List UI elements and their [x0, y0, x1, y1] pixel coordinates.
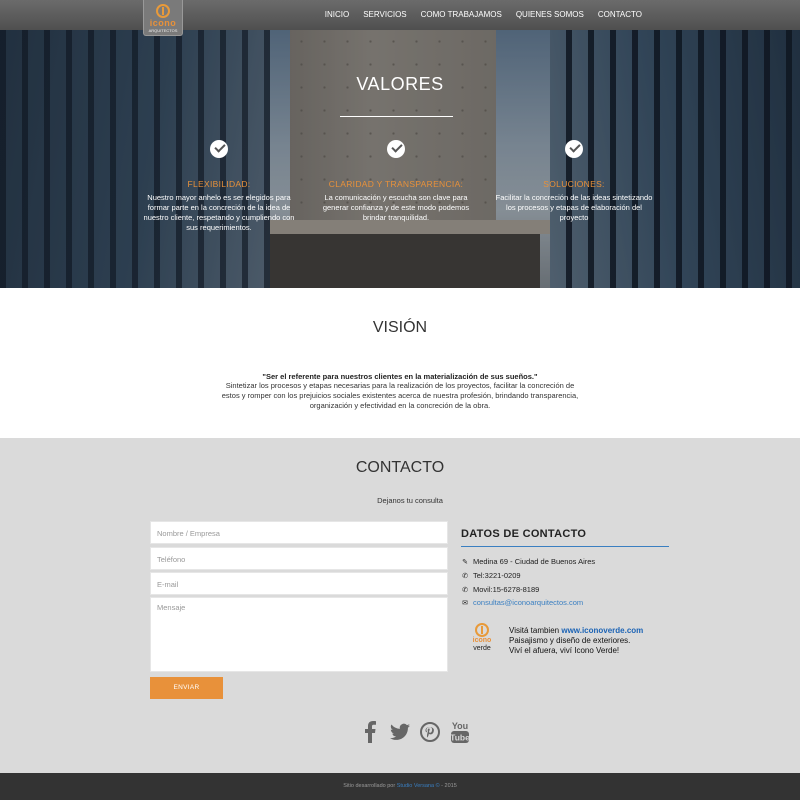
verde-prefix: Visitá tambien [509, 626, 560, 635]
name-input[interactable]: Nombre / Empresa [150, 521, 448, 544]
movil-row: ✆ Movil:15-6278-8189 [461, 585, 539, 594]
check-circle-icon [210, 140, 228, 158]
svg-text:You: You [452, 721, 468, 731]
check-circle-icon [387, 140, 405, 158]
verde-line-3: Viví el afuera, viví Icono Verde! [509, 646, 620, 655]
navbar: icono ARQUITECTOS INICIO SERVICIOS COMO … [0, 0, 800, 36]
social-links: You Tube [360, 721, 470, 743]
valores-title: VALORES [356, 74, 444, 94]
contact-intro: Dejanos tu consulta [377, 496, 443, 505]
phone-input[interactable]: Teléfono [150, 547, 448, 570]
valores-divider [340, 116, 453, 117]
value-title: SOLUCIONES: [543, 179, 605, 189]
nav-item-servicios[interactable]: SERVICIOS [356, 0, 413, 30]
logo-sub: ARQUITECTOS [148, 28, 178, 33]
footer-suffix: - 2015 [441, 783, 457, 789]
verde-logo-sub: verde [473, 645, 491, 652]
vision-quote: "Ser el referente para nuestros clientes… [262, 372, 538, 381]
footer-prefix: Sitio desarrollado por [343, 783, 396, 789]
nav-item-inicio[interactable]: INICIO [318, 0, 356, 30]
footer-credit-link[interactable]: Studio Versana © [397, 783, 440, 789]
value-card-flexibilidad: FLEXIBILIDAD: Nuestro mayor anhelo es se… [139, 140, 299, 233]
value-text: Facilitar la concreción de las ideas sin… [495, 193, 653, 222]
verde-line-2: Paisajismo y diseño de exteriores. [509, 636, 631, 645]
youtube-icon[interactable]: You Tube [450, 721, 470, 743]
verde-link[interactable]: www.iconoverde.com [561, 626, 643, 635]
contact-section: CONTACTO Dejanos tu consulta Nombre / Em… [0, 438, 800, 773]
icono-verde-logo[interactable]: icono verde [465, 623, 499, 657]
vision-body: Sintetizar los procesos y etapas necesar… [221, 381, 579, 410]
logo-name: icono [149, 18, 177, 28]
vision-title: VISIÓN [372, 319, 428, 336]
logo-mark-icon [156, 4, 170, 18]
email-row: ✉ consultas@iconoarquitectos.com [461, 598, 583, 607]
pencil-icon: ✎ [462, 559, 468, 566]
envelope-icon: ✉ [462, 600, 468, 607]
vision-section: VISIÓN "Ser el referente para nuestros c… [0, 288, 800, 438]
pinterest-icon[interactable] [420, 721, 440, 743]
valores-section: VALORES FLEXIBILIDAD: Nuestro mayor anhe… [0, 30, 800, 288]
twitter-icon[interactable] [390, 721, 410, 743]
facebook-icon[interactable] [360, 721, 380, 743]
address-text: Medina 69 - Ciudad de Buenos Aires [473, 557, 596, 566]
verde-logo-name: icono [472, 637, 492, 644]
nav-item-contacto[interactable]: CONTACTO [591, 0, 649, 30]
footer: Sitio desarrollado por Studio Versana © … [0, 773, 800, 800]
email-input[interactable]: E-mail [150, 572, 448, 595]
svg-text:Tube: Tube [450, 733, 470, 743]
contact-details-title: DATOS DE CONTACTO [461, 528, 587, 540]
value-card-soluciones: SOLUCIONES: Facilitar la concreción de l… [494, 140, 654, 223]
contact-title: CONTACTO [355, 459, 445, 476]
verde-line-1: Visitá tambien www.iconoverde.com [509, 626, 643, 636]
email-link[interactable]: consultas@iconoarquitectos.com [473, 598, 583, 607]
icono-verde-promo: Visitá tambien www.iconoverde.com Paisaj… [509, 626, 643, 656]
message-textarea[interactable]: Mensaje [150, 597, 448, 672]
check-circle-icon [565, 140, 583, 158]
nav-item-como-trabajamos[interactable]: COMO TRABAJAMOS [414, 0, 509, 30]
site-logo[interactable]: icono ARQUITECTOS [143, 0, 183, 36]
value-text: Nuestro mayor anhelo es ser elegidos par… [143, 193, 295, 232]
address-row: ✎ Medina 69 - Ciudad de Buenos Aires [461, 557, 595, 566]
nav-menu: INICIO SERVICIOS COMO TRABAJAMOS QUIENES… [318, 0, 649, 30]
tel-text: Tel:3221-0209 [473, 571, 521, 580]
tel-row: ✆ Tel:3221-0209 [461, 571, 521, 580]
nav-item-quienes-somos[interactable]: QUIENES SOMOS [509, 0, 591, 30]
value-title: CLARIDAD Y TRANSPARENCIA: [328, 179, 464, 189]
phone-icon: ✆ [462, 587, 468, 594]
send-button[interactable]: ENVIAR [150, 677, 223, 699]
verde-logo-mark-icon [475, 623, 489, 637]
contact-details-divider [461, 546, 669, 547]
value-title: FLEXIBILIDAD: [187, 179, 251, 189]
value-card-claridad: CLARIDAD Y TRANSPARENCIA: La comunicació… [316, 140, 476, 223]
value-text: La comunicación y escucha son clave para… [322, 193, 470, 222]
movil-text: Movil:15-6278-8189 [473, 585, 540, 594]
phone-icon: ✆ [462, 573, 468, 580]
